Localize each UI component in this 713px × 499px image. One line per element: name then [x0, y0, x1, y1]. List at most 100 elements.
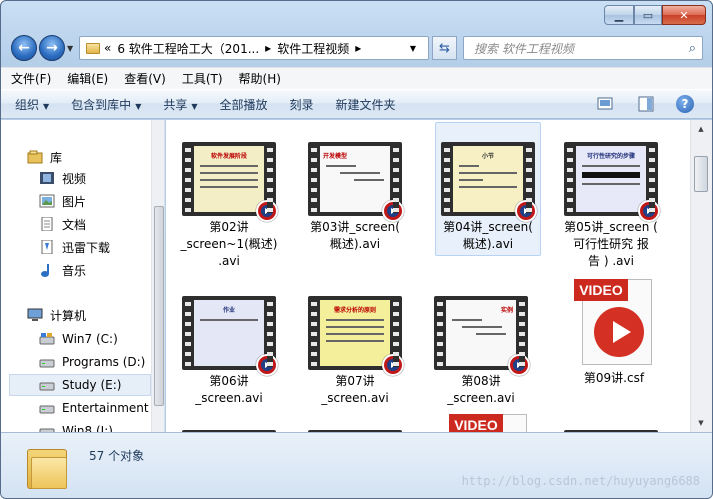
- chevron-down-icon: ▼: [135, 101, 142, 111]
- video-thumbnail: 需求分析的原则: [308, 296, 404, 376]
- video-badge-label: VIDEO: [449, 414, 503, 432]
- play-all-button[interactable]: 全部播放: [220, 96, 268, 113]
- chevron-down-icon: ▼: [191, 101, 198, 111]
- video-thumbnail: 可行性研究的步骤: [564, 142, 660, 222]
- close-button[interactable]: ✕: [662, 5, 706, 25]
- details-pane: 57 个对象 http://blog.csdn.net/huyuyang6688: [1, 432, 712, 498]
- file-item[interactable]: VIDEO 第09讲.csf: [561, 277, 667, 387]
- organize-label: 组织: [15, 97, 40, 112]
- close-icon: ✕: [679, 8, 689, 22]
- sidebar-item-label: 视频: [62, 171, 87, 186]
- new-folder-button[interactable]: 新建文件夹: [336, 96, 396, 113]
- menu-view[interactable]: 查看(V): [124, 70, 166, 87]
- file-name: 第08讲 _screen.avi: [447, 374, 515, 405]
- slide-preview: 实例: [446, 300, 516, 366]
- back-button[interactable]: ←: [11, 35, 37, 61]
- navigation-scrollbar[interactable]: [151, 120, 164, 432]
- file-item[interactable]: VIDEO: [436, 412, 542, 432]
- recent-pages-chevron-icon[interactable]: ▼: [67, 44, 73, 53]
- file-item[interactable]: 开发模型 第03讲_screen( 概述).avi: [302, 142, 408, 253]
- menu-tools[interactable]: 工具(T): [182, 70, 223, 87]
- maximize-button[interactable]: ▭: [634, 5, 662, 25]
- file-item[interactable]: 实例 第08讲 _screen.avi: [428, 296, 534, 407]
- sidebar-item-label: Programs (D:): [62, 355, 146, 369]
- drive-icon: [39, 405, 55, 414]
- refresh-button[interactable]: ⇆: [432, 36, 457, 60]
- system-drive-icon: [39, 333, 55, 345]
- document-library-icon: [41, 217, 53, 231]
- file-item[interactable]: 可行性研究的步骤 第05讲_screen ( 可行性研究 报 告 ) .avi: [558, 142, 664, 270]
- slide-title: 作业: [222, 307, 235, 314]
- sidebar-item-computer[interactable]: 计算机: [27, 304, 164, 326]
- sidebar-item-documents[interactable]: 文档: [39, 213, 164, 235]
- slide-preview: 软件发展阶段: [194, 146, 264, 212]
- address-dropdown-icon[interactable]: ▼: [410, 44, 416, 53]
- burn-button[interactable]: 刻录: [290, 96, 314, 113]
- music-library-icon: [41, 264, 49, 277]
- search-icon[interactable]: ⌕: [689, 41, 696, 56]
- search-input[interactable]: 搜索 软件工程视频 ⌕: [463, 36, 703, 60]
- sidebar-item-pictures[interactable]: 图片: [39, 190, 164, 212]
- preview-pane-icon[interactable]: [636, 95, 656, 113]
- file-list-scrollbar[interactable]: ▲ ▼: [690, 120, 712, 432]
- help-icon[interactable]: ?: [676, 95, 694, 113]
- include-in-library-label: 包含到库中: [71, 97, 132, 112]
- address-segment-parent[interactable]: 6 软件工程哈工大（201...: [117, 40, 259, 57]
- include-in-library-button[interactable]: 包含到库中 ▼: [71, 96, 141, 113]
- file-item[interactable]: 作业 第06讲 _screen.avi: [176, 296, 282, 407]
- sidebar-item-label: Entertainment (: [62, 401, 158, 415]
- menu-file[interactable]: 文件(F): [11, 70, 51, 87]
- address-segment-current[interactable]: 软件工程视频: [277, 40, 349, 57]
- picture-library-icon: [39, 194, 55, 208]
- file-item[interactable]: 需求分析的原则 第07讲 _screen.avi: [302, 296, 408, 407]
- file-item[interactable]: 软件发展阶段 第02讲 _screen~1(概述) .avi: [176, 142, 282, 270]
- menu-bar: 文件(F) 编辑(E) 查看(V) 工具(T) 帮助(H): [1, 67, 712, 89]
- refresh-icon: ⇆: [439, 40, 450, 56]
- back-arrow-icon: ←: [18, 40, 30, 56]
- menu-help[interactable]: 帮助(H): [239, 70, 281, 87]
- slide-title: 实例: [500, 307, 513, 314]
- sidebar-item-libraries[interactable]: 库: [27, 146, 164, 168]
- scrollbar-thumb[interactable]: [694, 156, 708, 192]
- minimize-button[interactable]: ▁: [604, 5, 634, 25]
- sidebar-item-drive-d[interactable]: Programs (D:): [39, 351, 164, 373]
- media-player-icon: [515, 200, 537, 222]
- sidebar-item-thunder-downloads[interactable]: 迅雷下载: [39, 236, 164, 258]
- download-library-icon: [41, 240, 53, 254]
- slide-title: 软件发展阶段: [210, 153, 247, 160]
- play-icon: [594, 307, 644, 357]
- address-separator[interactable]: ▸: [265, 41, 271, 55]
- sidebar-item-label: Win7 (C:): [62, 332, 118, 346]
- sidebar-item-drive-i[interactable]: Win8 (I:): [39, 420, 164, 432]
- change-view-icon[interactable]: [596, 95, 616, 113]
- scrollbar-thumb[interactable]: [154, 206, 164, 406]
- scroll-down-icon[interactable]: ▼: [693, 416, 709, 430]
- sidebar-item-music[interactable]: 音乐: [39, 259, 164, 281]
- sidebar-item-videos[interactable]: 视频: [39, 167, 164, 189]
- folder-icon: [86, 42, 100, 54]
- media-player-icon: [256, 354, 278, 376]
- toolbar-right-icons: ?: [596, 95, 694, 113]
- organize-button[interactable]: 组织 ▼: [15, 96, 49, 113]
- address-overflow[interactable]: «: [104, 41, 111, 55]
- file-name: 第03讲_screen( 概述).avi: [310, 220, 400, 251]
- navigation-bar: ← → ▼ « 6 软件工程哈工大（201... ▸ 软件工程视频 ▸ ▼ ⇆ …: [1, 33, 712, 63]
- menu-edit[interactable]: 编辑(E): [67, 70, 108, 87]
- scroll-up-icon[interactable]: ▲: [693, 122, 709, 136]
- media-player-icon: [382, 200, 404, 222]
- address-bar[interactable]: « 6 软件工程哈工大（201... ▸ 软件工程视频 ▸ ▼: [79, 36, 429, 60]
- computer-icon: [27, 308, 43, 321]
- watermark: http://blog.csdn.net/huyuyang6688: [461, 474, 700, 488]
- address-separator[interactable]: ▸: [355, 41, 361, 55]
- sidebar-item-drive-entertainment[interactable]: Entertainment (: [39, 397, 164, 419]
- sidebar-item-label: 文档: [62, 217, 87, 232]
- file-item-selected[interactable]: 小节 第04讲_screen( 概述).avi: [435, 122, 541, 256]
- share-button[interactable]: 共享 ▼: [163, 96, 197, 113]
- csf-video-file-icon: VIDEO: [447, 412, 531, 432]
- sidebar-item-drive-c[interactable]: Win7 (C:): [39, 328, 164, 350]
- forward-button[interactable]: →: [39, 35, 65, 61]
- video-badge-label: VIDEO: [574, 279, 628, 301]
- sidebar-item-drive-e[interactable]: Study (E:): [9, 374, 151, 396]
- slide-preview: 可行性研究的步骤: [576, 146, 646, 212]
- explorer-window: ▁ ▭ ✕ ← → ▼ « 6 软件工程哈工大（201... ▸ 软件工程视频 …: [0, 0, 713, 499]
